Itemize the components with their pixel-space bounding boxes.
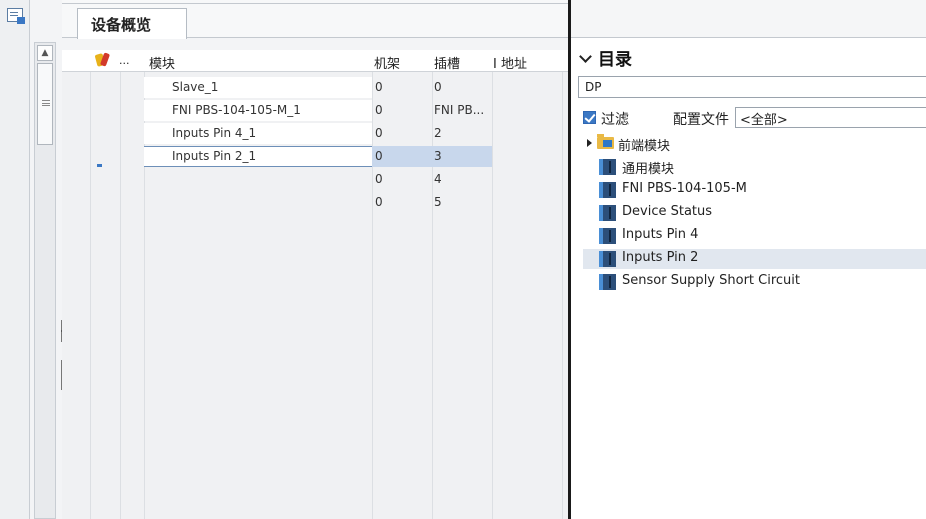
module-icon bbox=[599, 274, 616, 290]
column-header-ellipsis[interactable]: ... bbox=[119, 54, 130, 67]
expand-arrow-icon[interactable] bbox=[587, 139, 592, 147]
divider bbox=[62, 3, 568, 4]
column-header-module[interactable]: 模块 bbox=[149, 53, 175, 72]
rack-value: 0 bbox=[375, 195, 383, 209]
scroll-up-icon[interactable]: ▲ bbox=[37, 45, 53, 61]
grip-icon bbox=[42, 100, 50, 106]
module-icon bbox=[599, 159, 616, 175]
slot-value: 5 bbox=[434, 195, 442, 209]
module-icon bbox=[599, 182, 616, 198]
tree-item-label: Device Status bbox=[622, 204, 713, 219]
tree-item-label: 前端模块 bbox=[618, 139, 671, 154]
table-row[interactable]: FNI PBS-104-105-M_1 0 FNI PB... bbox=[62, 100, 568, 121]
rack-value: 0 bbox=[375, 149, 383, 163]
column-header-slot[interactable]: 插槽 bbox=[434, 53, 460, 72]
slot-value: 2 bbox=[434, 126, 442, 140]
rack-value: 0 bbox=[375, 172, 383, 186]
tab-device-overview[interactable]: 设备概览 bbox=[77, 8, 187, 39]
vertical-scrollbar[interactable]: ▲ bbox=[34, 42, 56, 519]
column-header-address[interactable]: I 地址 bbox=[493, 53, 527, 72]
module-icon bbox=[599, 251, 616, 267]
module-name: Inputs Pin 2_1 bbox=[172, 149, 257, 163]
filter-label[interactable]: 过滤 bbox=[601, 109, 629, 129]
module-name: FNI PBS-104-105-M_1 bbox=[172, 103, 301, 117]
folder-icon bbox=[597, 134, 614, 149]
tree-item-label: Inputs Pin 2 bbox=[622, 250, 699, 265]
catalog-title[interactable]: 目录 bbox=[598, 45, 632, 70]
row-marker bbox=[97, 164, 102, 167]
module-name: Inputs Pin 4_1 bbox=[172, 126, 257, 140]
scrollbar-thumb[interactable] bbox=[37, 63, 53, 145]
profile-label: 配置文件 bbox=[673, 112, 729, 128]
catalog-search-input[interactable]: DP bbox=[578, 76, 926, 98]
table-row[interactable]: 0 5 bbox=[62, 192, 568, 213]
left-tool-strip bbox=[0, 0, 30, 519]
slot-value: FNI PB... bbox=[434, 103, 485, 117]
rack-value: 0 bbox=[375, 126, 383, 140]
slot-value: 0 bbox=[434, 80, 442, 94]
slot-value: 4 bbox=[434, 172, 442, 186]
tree-item-label: 通用模块 bbox=[622, 162, 675, 177]
table-row[interactable]: Inputs Pin 4_1 0 2 bbox=[62, 123, 568, 144]
module-icon bbox=[599, 205, 616, 221]
table-row-selected[interactable]: Inputs Pin 2_1 0 3 bbox=[62, 146, 568, 167]
slot-value: 3 bbox=[434, 149, 442, 163]
table-row[interactable]: 0 4 bbox=[62, 169, 568, 190]
chevron-down-icon[interactable] bbox=[579, 50, 592, 63]
tree-item-inputs-pin-2[interactable]: Inputs Pin 2 bbox=[583, 249, 926, 269]
device-overview-icon[interactable] bbox=[7, 8, 25, 24]
catalog-topbar bbox=[571, 0, 926, 38]
tree-item-label: FNI PBS-104-105-M bbox=[622, 181, 747, 196]
diagnostics-icon[interactable] bbox=[94, 52, 111, 68]
rack-value: 0 bbox=[375, 80, 383, 94]
tree-item-label: Inputs Pin 4 bbox=[622, 227, 699, 242]
rack-value: 0 bbox=[375, 103, 383, 117]
tree-item-label: Sensor Supply Short Circuit bbox=[622, 273, 800, 288]
table-row[interactable]: Slave_1 0 0 bbox=[62, 77, 568, 98]
filter-checkbox[interactable] bbox=[583, 111, 596, 124]
module-name: Slave_1 bbox=[172, 80, 219, 94]
device-table: ... 模块 机架 插槽 I 地址 Slave_1 0 0 FNI PBS-10… bbox=[62, 50, 568, 519]
module-icon bbox=[599, 228, 616, 244]
table-header: ... 模块 机架 插槽 I 地址 bbox=[62, 50, 568, 72]
device-overview-pane: ▲ 设备概览 ... 模块 机架 插槽 I 地址 Slave_1 0 0 FNI… bbox=[0, 0, 568, 519]
column-header-rack[interactable]: 机架 bbox=[374, 53, 400, 72]
catalog-pane: 目录 DP 过滤 配置文件 <全部> 前端模块 通用模块 FNI PBS-104… bbox=[571, 0, 926, 519]
profile-select[interactable]: <全部> bbox=[735, 107, 926, 128]
